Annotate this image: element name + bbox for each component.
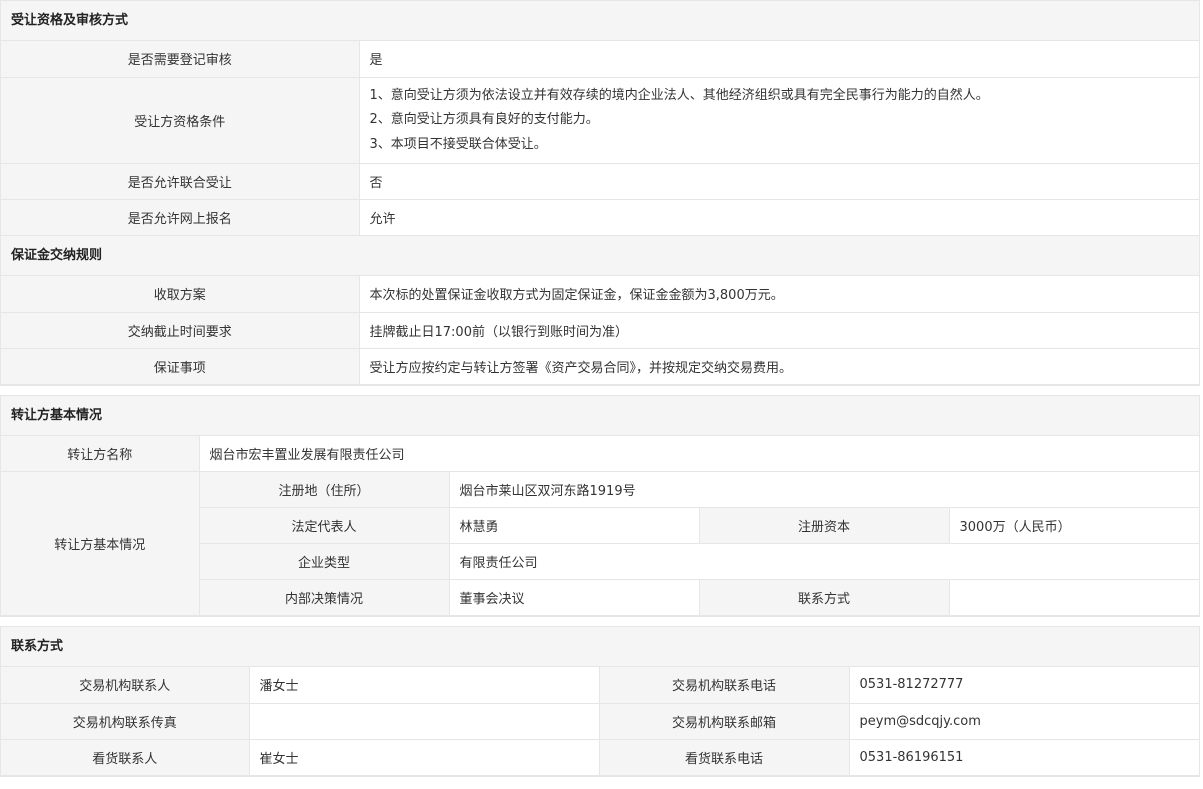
qualification-table: 是否需要登记审核 是 受让方资格条件 1、意向受让方须为依法设立并有效存续的境内… <box>1 41 1199 236</box>
viewing-phone-label: 看货联系电话 <box>598 739 849 776</box>
page: 受让资格及审核方式 是否需要登记审核 是 受让方资格条件 1、意向受让方须为依法… <box>0 0 1200 786</box>
guarantee-label: 保证事项 <box>1 348 359 385</box>
email-value[interactable]: peym@sdcqjy.com <box>848 703 1199 740</box>
section-gap <box>0 616 1200 626</box>
table-row: 保证事项 受让方应按约定与转让方签署《资产交易合同》，并按规定交纳交易费用。 <box>1 348 1199 385</box>
section-title-deposit: 保证金交纳规则 <box>1 236 1199 276</box>
transferor-name-value: 烟台市宏丰置业发展有限责任公司 <box>198 435 1199 472</box>
contact-person-value: 潘女士 <box>248 667 599 704</box>
table-row: 是否允许网上报名 允许 <box>1 199 1199 236</box>
decision-value: 董事会决议 <box>448 579 699 616</box>
viewing-person-label: 看货联系人 <box>1 739 249 776</box>
viewing-phone-value[interactable]: 0531-86196151 <box>848 739 1199 776</box>
table-row: 交纳截止时间要求 挂牌截止日17:00前（以银行到账时间为准） <box>1 312 1199 349</box>
contact-phone-label: 交易机构联系电话 <box>598 667 849 704</box>
joint-transfer-label: 是否允许联合受让 <box>1 163 359 200</box>
address-value: 烟台市莱山区双河东路1919号 <box>448 471 1199 508</box>
viewing-person-value: 崔女士 <box>248 739 599 776</box>
qualification-section: 受让资格及审核方式 是否需要登记审核 是 受让方资格条件 1、意向受让方须为依法… <box>0 0 1200 385</box>
table-row: 交易机构联系传真 交易机构联系邮箱 peym@sdcqjy.com <box>1 703 1199 740</box>
section-title-contact: 联系方式 <box>1 627 1199 667</box>
collection-plan-label: 收取方案 <box>1 276 359 313</box>
collection-plan-value: 本次标的处置保证金收取方式为固定保证金，保证金金额为3,800万元。 <box>358 276 1199 313</box>
contact-method-label: 联系方式 <box>698 579 949 616</box>
table-row: 看货联系人 崔女士 看货联系电话 0531-86196151 <box>1 739 1199 776</box>
section-gap <box>0 384 1200 395</box>
deadline-value: 挂牌截止日17:00前（以银行到账时间为准） <box>358 312 1199 349</box>
online-registration-label: 是否允许网上报名 <box>1 199 359 236</box>
table-row: 收取方案 本次标的处置保证金收取方式为固定保证金，保证金金额为3,800万元。 <box>1 276 1199 313</box>
legal-rep-value: 林慧勇 <box>448 507 699 544</box>
contact-phone-value[interactable]: 0531-81272777 <box>848 667 1199 704</box>
qualification-conditions-value: 1、意向受让方须为依法设立并有效存续的境内企业法人、其他经济组织或具有完全民事行… <box>358 77 1199 164</box>
bottom-divider <box>0 775 1200 786</box>
deadline-label: 交纳截止时间要求 <box>1 312 359 349</box>
condition-line: 2、意向受让方须具有良好的支付能力。 <box>369 112 599 127</box>
contact-person-label: 交易机构联系人 <box>1 667 249 704</box>
company-type-label: 企业类型 <box>198 543 449 580</box>
capital-value: 3000万（人民币） <box>948 507 1199 544</box>
capital-label: 注册资本 <box>698 507 949 544</box>
table-row: 受让方资格条件 1、意向受让方须为依法设立并有效存续的境内企业法人、其他经济组织… <box>1 77 1199 164</box>
section-title-qualification: 受让资格及审核方式 <box>1 1 1199 41</box>
address-label: 注册地（住所） <box>198 471 449 508</box>
transferor-table: 转让方名称 烟台市宏丰置业发展有限责任公司 转让方基本情况 注册地（住所） 烟台… <box>1 435 1199 616</box>
table-row: 是否需要登记审核 是 <box>1 41 1199 78</box>
guarantee-value: 受让方应按约定与转让方签署《资产交易合同》，并按规定交纳交易费用。 <box>358 348 1199 385</box>
legal-rep-label: 法定代表人 <box>198 507 449 544</box>
online-registration-value: 允许 <box>358 199 1199 236</box>
table-row: 转让方基本情况 注册地（住所） 烟台市莱山区双河东路1919号 <box>1 471 1199 616</box>
deposit-table: 收取方案 本次标的处置保证金收取方式为固定保证金，保证金金额为3,800万元。 … <box>1 276 1199 385</box>
joint-transfer-value: 否 <box>358 163 1199 200</box>
condition-line: 1、意向受让方须为依法设立并有效存续的境内企业法人、其他经济组织或具有完全民事行… <box>369 87 989 103</box>
fax-value <box>248 703 599 740</box>
contact-table: 交易机构联系人 潘女士 交易机构联系电话 0531-81272777 交易机构联… <box>1 667 1199 776</box>
section-title-transferor: 转让方基本情况 <box>1 395 1199 436</box>
fax-label: 交易机构联系传真 <box>1 703 249 740</box>
table-row: 转让方名称 烟台市宏丰置业发展有限责任公司 <box>1 435 1199 472</box>
condition-line: 3、本项目不接受联合体受让。 <box>369 136 547 152</box>
transferor-section: 转让方基本情况 转让方名称 烟台市宏丰置业发展有限责任公司 转让方基本情况 注册… <box>0 394 1200 616</box>
registration-review-value: 是 <box>358 41 1199 78</box>
decision-label: 内部决策情况 <box>198 579 449 616</box>
qualification-conditions-label: 受让方资格条件 <box>1 77 359 164</box>
transferor-name-label: 转让方名称 <box>1 435 199 472</box>
table-row: 交易机构联系人 潘女士 交易机构联系电话 0531-81272777 <box>1 667 1199 704</box>
registration-review-label: 是否需要登记审核 <box>1 41 359 78</box>
contact-section: 联系方式 交易机构联系人 潘女士 交易机构联系电话 0531-81272777 … <box>0 626 1200 776</box>
transferor-info-label: 转让方基本情况 <box>1 471 199 616</box>
company-type-value: 有限责任公司 <box>448 543 1199 580</box>
contact-method-value <box>948 579 1199 616</box>
table-row: 是否允许联合受让 否 <box>1 163 1199 200</box>
email-label: 交易机构联系邮箱 <box>598 703 849 740</box>
